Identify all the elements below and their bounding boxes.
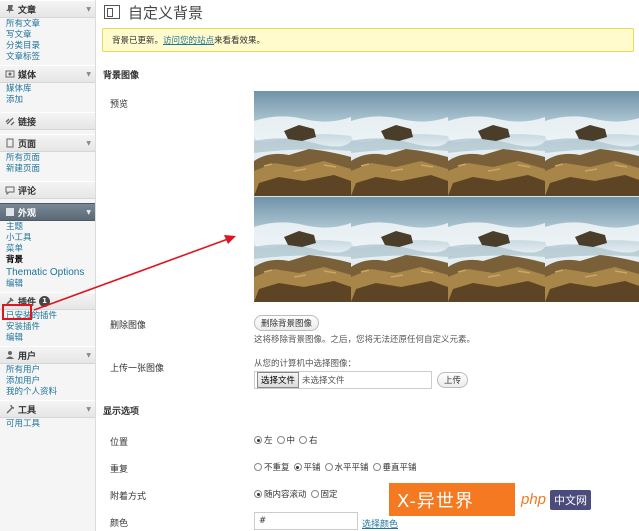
watermark-right: php 中文网 (515, 483, 639, 516)
watermark-cn: 中文网 (550, 489, 592, 510)
annotation-arrow (33, 235, 236, 311)
watermark-php: php (521, 491, 547, 508)
watermark-left: X-异世界 (389, 483, 515, 516)
watermark-banner: X-异世界 php 中文网 (389, 483, 639, 516)
